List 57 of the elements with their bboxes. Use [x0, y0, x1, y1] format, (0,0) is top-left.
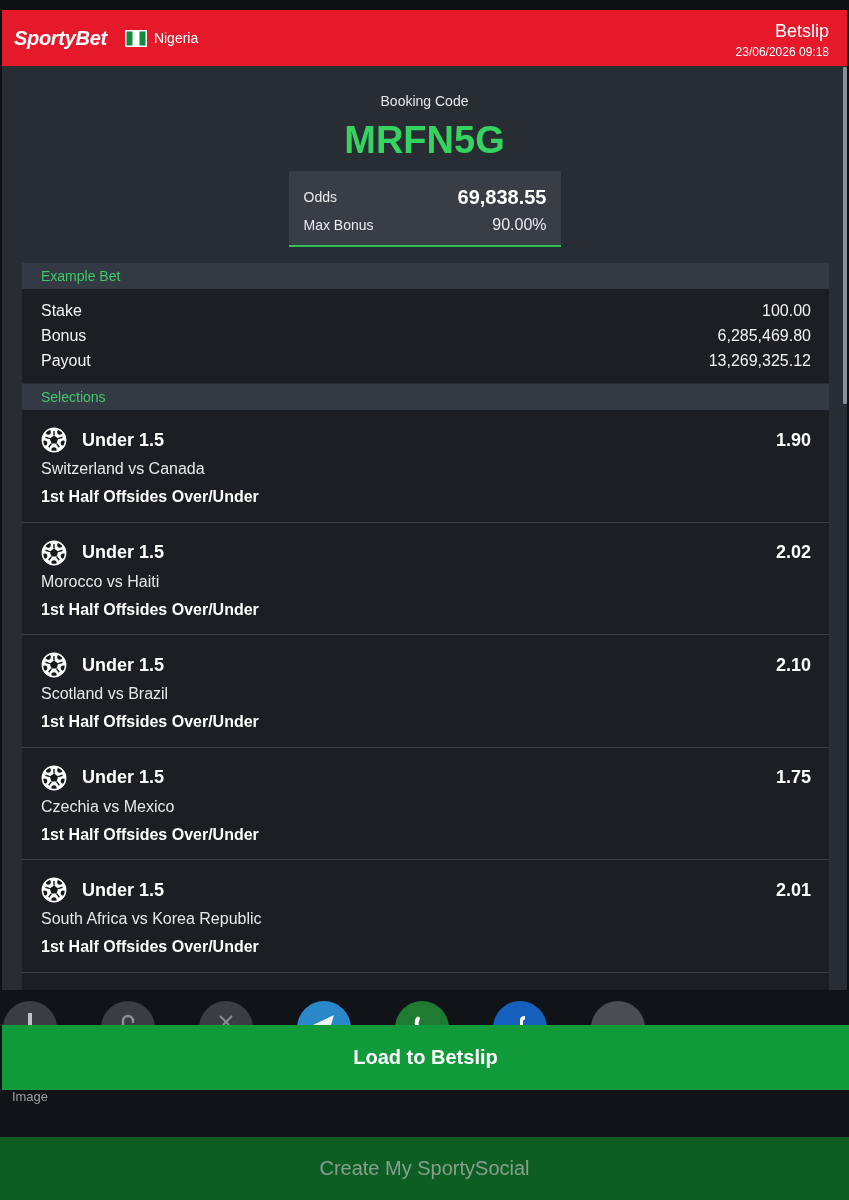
market-name: 1st Half Offsides Over/Under	[41, 824, 260, 845]
page-title: Betslip	[774, 20, 829, 42]
row-value: 100.00	[762, 301, 811, 321]
row-value: 13,269,325.12	[708, 351, 811, 371]
f-logo-icon[interactable]	[493, 1001, 547, 1025]
odds-label: Odds	[303, 189, 337, 205]
country-label: Nigeria	[153, 30, 199, 46]
link-icon[interactable]	[101, 1001, 155, 1025]
match-name: Czechia vs Mexico	[41, 796, 176, 817]
selection-row[interactable]: Under 1.5 1.75 Czechia vs Mexico 1st Half Offsides Over/Under	[22, 747, 829, 861]
pick-label: Under 1.5	[82, 767, 166, 789]
selection-row[interactable]: Under 1.5 1.90 Switzerland vs Canada 1st Half Offsides Over/Under	[22, 410, 829, 523]
row-label: Payout	[41, 351, 91, 371]
row-label: Bonus	[41, 326, 87, 346]
pick-label: Under 1.5	[82, 542, 166, 564]
odds-value: 69,838.55	[457, 185, 547, 209]
max-bonus-label: Max Bonus	[303, 217, 374, 233]
section-title: Selections	[41, 389, 106, 405]
selection-odds: 2.01	[775, 879, 811, 901]
pick-label: Under 1.5	[82, 879, 166, 901]
selection-odds: 2.10	[775, 654, 811, 676]
market-name: 1st Half Offsides Over/Under	[41, 937, 260, 958]
match-name: Switzerland vs Canada	[41, 459, 206, 479]
row-label: Stake	[41, 301, 82, 321]
pick-label: Under 1.5	[82, 654, 166, 676]
row-value: 6,285,469.80	[717, 326, 811, 346]
match-name: Morocco vs Haiti	[41, 571, 161, 592]
market-name: 1st Half Offsides Over/Under	[41, 712, 260, 733]
soccer-ball-icon	[41, 427, 67, 453]
share-label: Image	[11, 1090, 49, 1104]
section-title: Example Bet	[41, 268, 121, 284]
selection-odds: 1.75	[775, 767, 811, 789]
booking-code-label: Booking Code	[379, 92, 470, 110]
selection-row[interactable]: Under 1.5 2.10 Scotland vs Brazil 1st Half Offsides Over/Under	[22, 635, 829, 748]
date-time: 23/06/2026 09:18	[735, 44, 829, 60]
soccer-ball-icon	[41, 877, 67, 904]
logo-text[interactable]: SportyBet	[14, 26, 107, 50]
max-bonus-value: 90.00%	[492, 216, 547, 234]
selection-odds: 2.02	[775, 542, 811, 564]
selection-odds: 1.90	[775, 429, 811, 451]
selection-row[interactable]: Under 1.5 2.01 South Africa vs Korea Republic 1st Half Offsides Over/Under	[22, 860, 829, 973]
match-name: Scotland vs Brazil	[41, 684, 170, 705]
pick-label: Under 1.5	[82, 429, 166, 451]
match-name: South Africa vs Korea Republic	[41, 909, 263, 930]
selection-row[interactable]: Under 1.5 2.02 Morocco vs Haiti 1st Half Offsides Over/Under	[22, 522, 829, 636]
market-name: 1st Half Offsides Over/Under	[41, 487, 260, 507]
phone-icon[interactable]	[395, 1001, 449, 1025]
download-icon[interactable]	[3, 1001, 57, 1025]
market-name: 1st Half Offsides Over/Under	[41, 599, 260, 620]
booking-code: MRFN5G	[344, 118, 505, 162]
x-logo-icon[interactable]	[199, 1001, 253, 1025]
load-to-betslip-button[interactable]: Load to Betslip	[2, 1025, 849, 1090]
soccer-ball-icon	[41, 539, 67, 566]
soccer-ball-icon	[41, 652, 67, 679]
flag-icon	[124, 29, 147, 47]
scrollbar-thumb[interactable]	[843, 67, 847, 404]
soccer-ball-icon	[41, 764, 67, 791]
